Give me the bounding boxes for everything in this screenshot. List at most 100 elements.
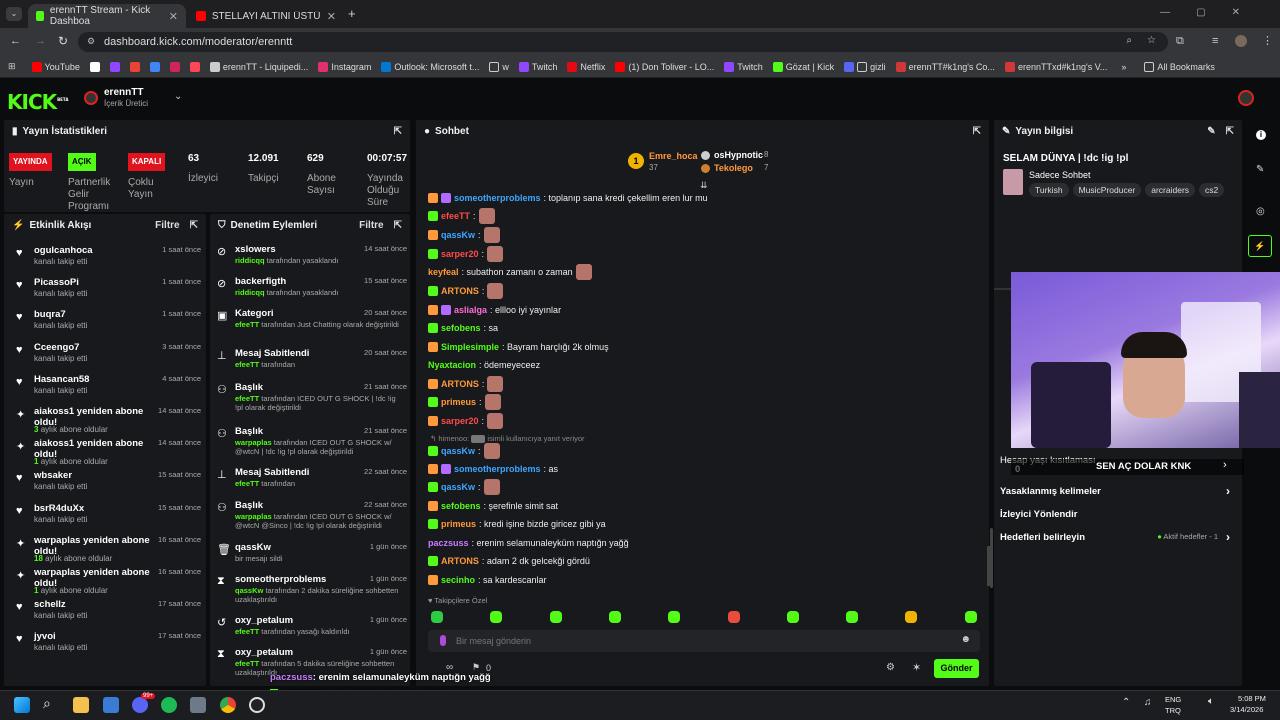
chat-username[interactable]: ARTONS: [441, 379, 479, 389]
banned-words-row[interactable]: Yasaklanmış kelimeler ›: [1000, 484, 1230, 498]
lang-secondary[interactable]: TRQ: [1165, 706, 1181, 715]
chat-message[interactable]: primeus: kredi işine bizde giricez gibi …: [428, 516, 606, 532]
chat-message[interactable]: sarper20:: [428, 246, 504, 262]
bookmark-kick[interactable]: Gözat | Kick: [772, 61, 834, 72]
lang-primary[interactable]: ENG: [1165, 695, 1181, 704]
camera-icon[interactable]: ◎: [1256, 206, 1265, 217]
popout-icon[interactable]: ⇱: [394, 126, 402, 137]
popout-icon[interactable]: ⇱: [1226, 126, 1234, 137]
mic-tray-icon[interactable]: ♫: [1144, 697, 1152, 708]
app-icon[interactable]: [190, 697, 206, 713]
chat-username[interactable]: ARTONS: [441, 556, 479, 566]
activity-item[interactable]: ♥ buqra7 kanalı takip etti 1 saat önce: [4, 306, 206, 338]
bookmark-youtube[interactable]: YouTube: [31, 61, 80, 72]
chat-username[interactable]: Simplesimple: [441, 342, 499, 352]
bookmark-riot-2[interactable]: erennTTxd#k1ng's V...: [1004, 61, 1107, 72]
bookmark-twitch-2[interactable]: Twitch: [724, 61, 763, 72]
window-controls[interactable]: —▢✕: [1160, 7, 1266, 18]
chrome-menu-icon[interactable]: ⋮: [1262, 34, 1273, 47]
extensions-icon[interactable]: ⧉: [1176, 35, 1184, 48]
chat-message[interactable]: paczsuss: erenim selamunaleyküm naptığn …: [428, 535, 629, 551]
bookmark-drive[interactable]: [149, 61, 160, 72]
chat-username[interactable]: someotherproblems: [454, 193, 541, 203]
moderation-item[interactable]: ⊘ backerfigth 15 saat önce riddicqq tarafın…: [210, 274, 410, 306]
clock-time[interactable]: 5:08 PM: [1238, 694, 1266, 703]
spotify-icon[interactable]: [161, 697, 177, 713]
chat-username[interactable]: keyfeal: [428, 267, 459, 277]
file-explorer-icon[interactable]: [73, 697, 89, 713]
chat-username[interactable]: Nyaxtacion: [428, 360, 476, 370]
filter-button[interactable]: Filtre: [155, 220, 179, 231]
chat-message[interactable]: primeus:: [428, 394, 501, 410]
mic-icon[interactable]: [440, 635, 446, 646]
more-bookmarks-icon[interactable]: »: [1121, 62, 1126, 72]
bookmark-liquipedia[interactable]: erennTT - Liquipedi...: [209, 61, 308, 72]
profile-avatar[interactable]: [1235, 35, 1247, 47]
info-icon[interactable]: i: [1256, 130, 1266, 140]
activity-item[interactable]: ♥ schellz kanalı takip etti 17 saat önce: [4, 596, 206, 628]
quick-emote-icon[interactable]: [905, 611, 918, 623]
chat-username[interactable]: qassKw: [441, 482, 475, 492]
channel-switcher[interactable]: erennTT İçerik Üretici ⌄: [84, 87, 194, 111]
close-tab-icon[interactable]: ✕: [327, 10, 336, 23]
chat-scrollbar[interactable]: [990, 528, 993, 588]
chat-input[interactable]: ☻: [428, 630, 980, 652]
bookmark-yahoo[interactable]: [169, 61, 180, 72]
forward-icon[interactable]: →: [35, 35, 46, 47]
quick-emote-icon[interactable]: [668, 611, 681, 623]
quick-emote-icon[interactable]: [786, 611, 799, 623]
chat-username[interactable]: sarper20: [441, 249, 479, 259]
bookmark-riot-1[interactable]: erennTT#k1ng's Co...: [895, 61, 995, 72]
bookmark-don-toliver[interactable]: (1) Don Toliver - LO...: [615, 61, 714, 72]
site-info-icon[interactable]: ⚙: [87, 36, 95, 47]
all-bookmarks[interactable]: All Bookmarks: [1144, 61, 1215, 72]
chat-username[interactable]: sarper20: [441, 416, 479, 426]
message-field[interactable]: [456, 633, 936, 649]
bookmark-valorant[interactable]: [189, 61, 200, 72]
zoom-icon[interactable]: ⌕: [1126, 35, 1132, 46]
stream-tag[interactable]: Turkish: [1029, 183, 1069, 197]
activity-item[interactable]: ♥ ogulcanhoca kanalı takip etti 1 saat önce: [4, 242, 206, 274]
activity-item[interactable]: ♥ Hasancan58 kanalı takip etti 4 saat önce: [4, 371, 206, 403]
clock-date[interactable]: 3/14/2026: [1230, 705, 1263, 714]
chat-message[interactable]: sefobens: sa: [428, 320, 498, 336]
bookmark-instagram[interactable]: Instagram: [318, 61, 371, 72]
chat-message[interactable]: ARTONS: adam 2 dk gelcekği gördü: [428, 553, 590, 569]
moderation-item[interactable]: ⊥ Mesaj Sabitlendi 20 saat önce efeeTT tara…: [210, 346, 410, 378]
chat-message[interactable]: aslialga: ellloo iyi yayınlar: [428, 302, 561, 318]
quick-action-icon[interactable]: ⚡: [1248, 235, 1272, 257]
new-tab-icon[interactable]: +: [348, 6, 356, 21]
obs-icon[interactable]: [249, 697, 265, 713]
chat-username[interactable]: qassKw: [441, 446, 475, 456]
send-button[interactable]: Gönder: [934, 659, 979, 678]
reading-list-icon[interactable]: ≡: [1212, 35, 1218, 47]
reload-icon[interactable]: ↻: [58, 34, 68, 48]
stream-tag[interactable]: cs2: [1199, 183, 1225, 197]
popout-icon[interactable]: ⇱: [394, 220, 402, 231]
quick-emote-icon[interactable]: [846, 611, 859, 623]
activity-item[interactable]: ♥ PicassoPi kanalı takip etti 1 saat önce: [4, 274, 206, 306]
search-icon[interactable]: ⌕: [43, 695, 51, 712]
chat-username[interactable]: efeeTT: [441, 211, 470, 221]
chat-message[interactable]: qassKw:: [428, 479, 500, 495]
moderation-item[interactable]: ⧗ someotherproblems 1 gün önce qassKw taraf…: [210, 572, 410, 604]
activity-item[interactable]: ✦ warpaplas yeniden abone oldu! 1 aylık ab…: [4, 564, 206, 596]
moderation-item[interactable]: 🗑︎ qassKw 1 gün önce bir mesajı sildi: [210, 540, 410, 572]
quick-emote-icon[interactable]: [964, 611, 977, 623]
settings-icon[interactable]: ⚙: [886, 662, 895, 673]
raid-row[interactable]: İzleyici Yönlendir: [1000, 509, 1230, 520]
chat-message[interactable]: sarper20:: [428, 413, 504, 429]
chat-username[interactable]: paczsuss: [428, 538, 469, 548]
activity-item[interactable]: ♥ bsrR4duXx kanalı takip etti 15 saat önce: [4, 500, 206, 532]
url-field[interactable]: ⚙ dashboard.kick.com/moderator/erenntt ⌕…: [78, 32, 1168, 52]
bookmark-twitch[interactable]: Twitch: [518, 61, 557, 72]
activity-item[interactable]: ♥ wbsaker kanalı takip etti 15 saat önce: [4, 467, 206, 499]
start-icon[interactable]: [14, 697, 30, 713]
tab-kick-dashboard[interactable]: erennTT Stream - Kick Dashboa ✕: [28, 4, 186, 28]
activity-item[interactable]: ♥ Cceengo7 kanalı takip etti 3 saat önce: [4, 339, 206, 371]
moderation-item[interactable]: ↺ oxy_petalum 1 gün önce efeeTT tarafından …: [210, 613, 410, 645]
chat-message[interactable]: someotherproblems: as: [428, 461, 558, 477]
quick-emote-icon[interactable]: [490, 611, 503, 623]
activity-item[interactable]: ♥ jyvoi kanalı takip etti 17 saat önce: [4, 628, 206, 660]
moderation-item[interactable]: ▣ Kategori 20 saat önce efeeTT tarafından J…: [210, 306, 410, 338]
